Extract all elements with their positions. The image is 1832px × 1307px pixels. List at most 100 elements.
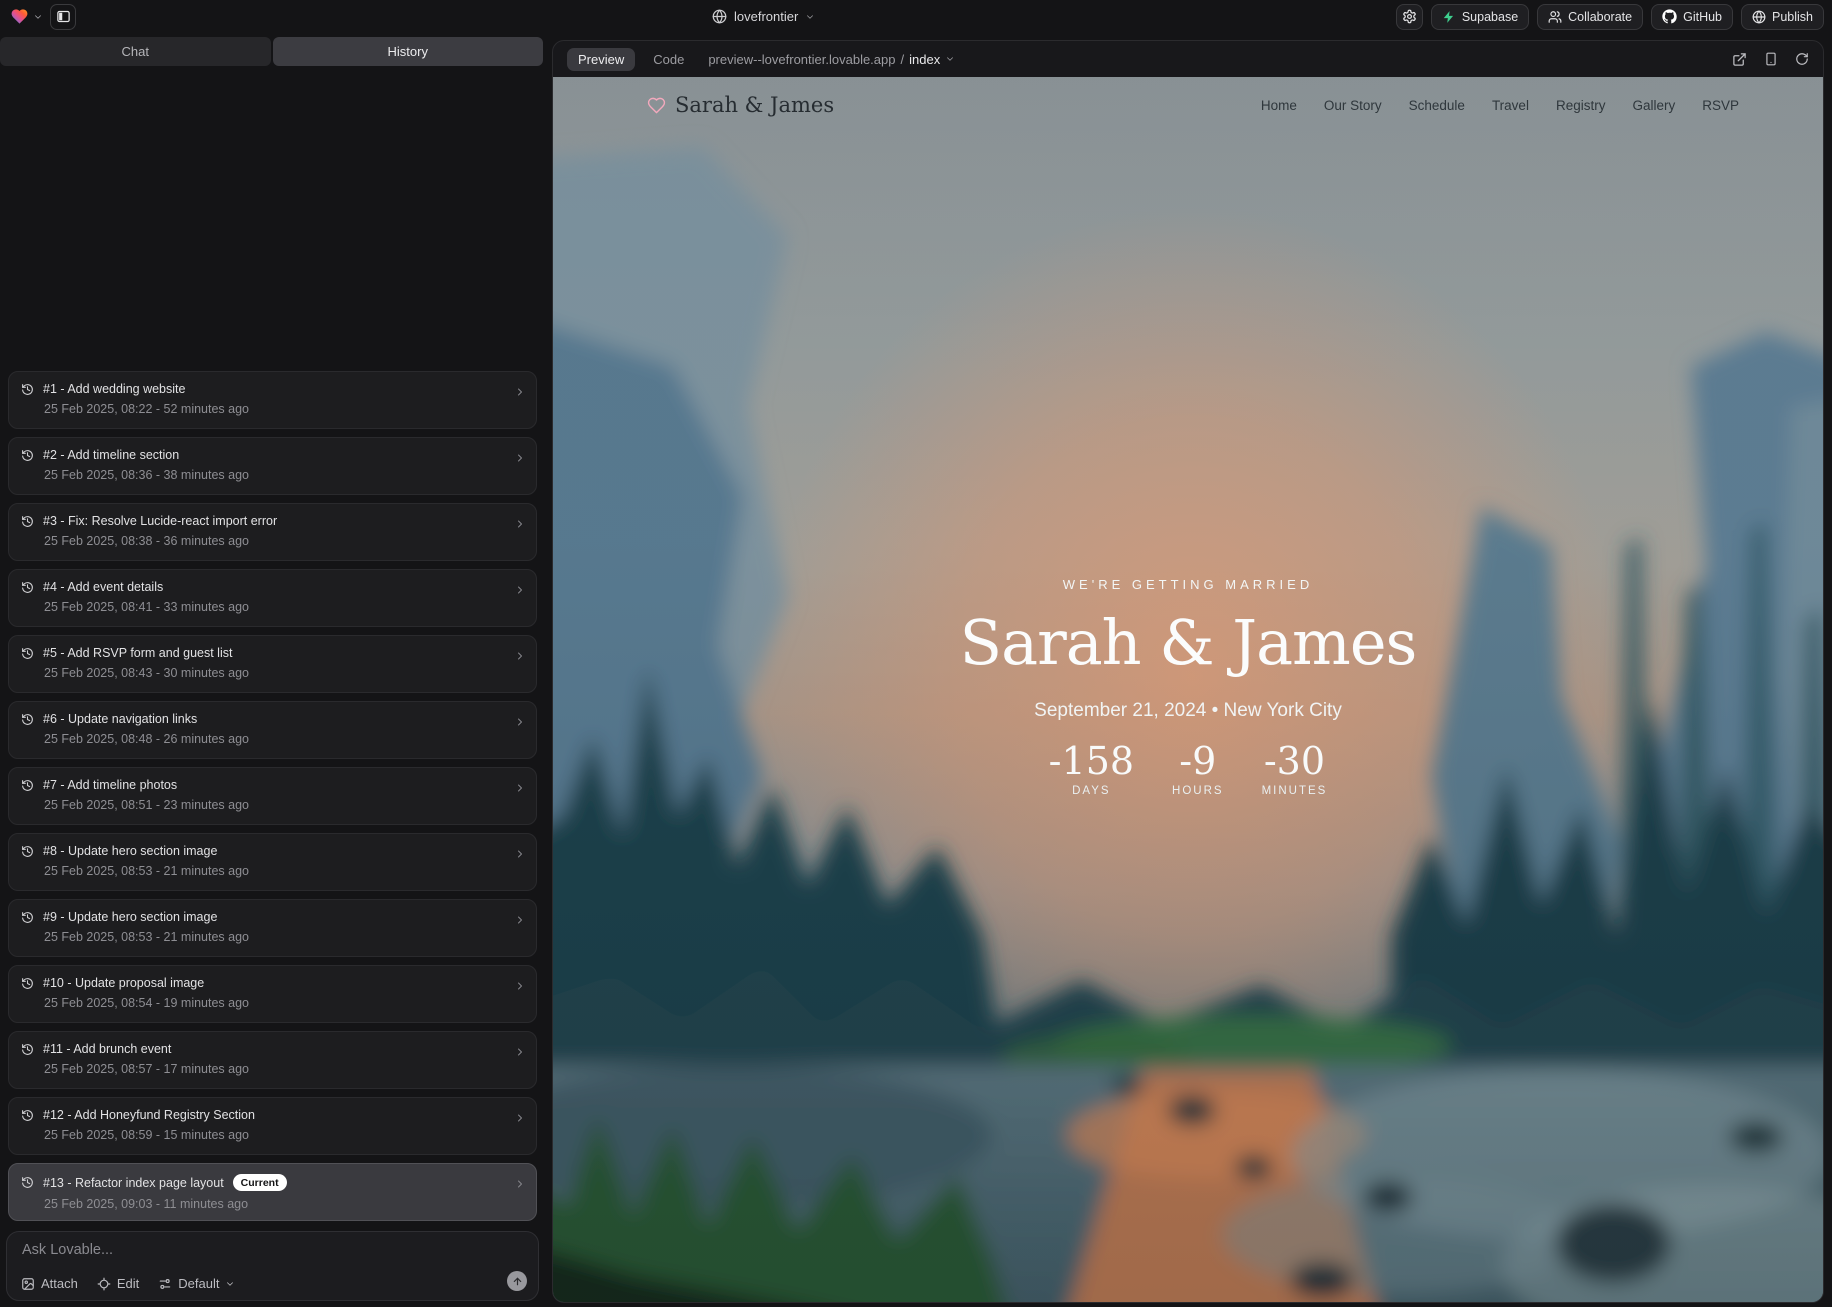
mode-selector[interactable]: Default	[158, 1276, 235, 1291]
github-button[interactable]: GitHub	[1651, 4, 1733, 30]
collaborate-button[interactable]: Collaborate	[1537, 4, 1643, 30]
preview-panel: Preview Code preview--lovefrontier.lovab…	[552, 40, 1824, 1303]
history-item-timestamp: 25 Feb 2025, 08:48 - 26 minutes ago	[44, 732, 524, 746]
supabase-icon	[1442, 10, 1456, 24]
history-icon	[21, 713, 34, 726]
chevron-right-icon	[514, 386, 526, 398]
history-item-title: #6 - Update navigation links	[43, 712, 197, 726]
sliders-icon	[158, 1277, 172, 1291]
countdown-value: -9	[1172, 742, 1224, 780]
history-item[interactable]: #4 - Add event details 25 Feb 2025, 08:4…	[8, 569, 537, 627]
history-item[interactable]: #13 - Refactor index page layout Current…	[8, 1163, 537, 1221]
history-item[interactable]: #12 - Add Honeyfund Registry Section 25 …	[8, 1097, 537, 1155]
history-item[interactable]: #6 - Update navigation links 25 Feb 2025…	[8, 701, 537, 759]
site-nav-link[interactable]: Our Story	[1324, 98, 1382, 113]
history-icon	[21, 383, 34, 396]
history-item-timestamp: 25 Feb 2025, 08:51 - 23 minutes ago	[44, 798, 524, 812]
supabase-button[interactable]: Supabase	[1431, 4, 1529, 30]
countdown-label: HOURS	[1172, 785, 1224, 797]
attach-label: Attach	[41, 1276, 78, 1291]
attach-button[interactable]: Attach	[21, 1276, 78, 1291]
history-item-title: #3 - Fix: Resolve Lucide-react import er…	[43, 514, 277, 528]
collaborate-label: Collaborate	[1568, 10, 1632, 24]
history-item-timestamp: 25 Feb 2025, 08:36 - 38 minutes ago	[44, 468, 524, 482]
hero-section: WE'RE GETTING MARRIED Sarah & James Sept…	[553, 577, 1823, 797]
history-item[interactable]: #8 - Update hero section image 25 Feb 20…	[8, 833, 537, 891]
chevron-right-icon	[514, 1046, 526, 1058]
history-item[interactable]: #5 - Add RSVP form and guest list 25 Feb…	[8, 635, 537, 693]
open-external-icon[interactable]	[1732, 52, 1747, 67]
history-item[interactable]: #10 - Update proposal image 25 Feb 2025,…	[8, 965, 537, 1023]
history-item[interactable]: #7 - Add timeline photos 25 Feb 2025, 08…	[8, 767, 537, 825]
publish-button[interactable]: Publish	[1741, 4, 1824, 30]
mobile-view-icon[interactable]	[1764, 52, 1778, 66]
countdown-column: -9 HOURS	[1172, 742, 1224, 797]
countdown-value: -30	[1262, 742, 1328, 780]
settings-button[interactable]	[1396, 4, 1423, 30]
history-item-timestamp: 25 Feb 2025, 08:57 - 17 minutes ago	[44, 1062, 524, 1076]
site-nav-link[interactable]: Travel	[1492, 98, 1529, 113]
history-icon	[21, 977, 34, 990]
edit-button[interactable]: Edit	[97, 1276, 139, 1291]
history-item-timestamp: 25 Feb 2025, 08:43 - 30 minutes ago	[44, 666, 524, 680]
send-button[interactable]	[507, 1271, 527, 1291]
current-badge: Current	[233, 1174, 287, 1191]
chevron-right-icon	[514, 914, 526, 926]
site-nav: Home Our Story Schedule Travel Registry …	[1261, 98, 1739, 113]
chevron-down-icon	[945, 54, 955, 64]
url-host: preview--lovefrontier.lovable.app	[708, 52, 895, 67]
gear-icon	[1402, 9, 1417, 24]
history-item-title: #8 - Update hero section image	[43, 844, 217, 858]
chevron-right-icon	[514, 1112, 526, 1124]
chevron-right-icon	[514, 518, 526, 530]
tab-history[interactable]: History	[273, 37, 544, 66]
site-nav-link[interactable]: Gallery	[1632, 98, 1675, 113]
site-nav-link[interactable]: Schedule	[1409, 98, 1465, 113]
countdown-value: -158	[1049, 742, 1134, 780]
history-item[interactable]: #1 - Add wedding website 25 Feb 2025, 08…	[8, 371, 537, 429]
edit-label: Edit	[117, 1276, 139, 1291]
preview-url[interactable]: preview--lovefrontier.lovable.app / inde…	[708, 52, 955, 67]
countdown-column: -158 DAYS	[1049, 742, 1134, 797]
site-logo[interactable]: Sarah & James	[647, 93, 834, 117]
app-window: lovefrontier Supabase Collaborate	[0, 0, 1832, 1307]
history-icon	[21, 515, 34, 528]
history-icon	[21, 449, 34, 462]
history-item[interactable]: #3 - Fix: Resolve Lucide-react import er…	[8, 503, 537, 561]
hero-eyebrow: WE'RE GETTING MARRIED	[553, 577, 1823, 592]
toggle-sidebar-button[interactable]	[50, 4, 76, 30]
countdown-label: DAYS	[1049, 785, 1134, 797]
attach-image-icon	[21, 1277, 35, 1291]
history-icon	[21, 1176, 34, 1189]
composer: Attach Edit Default	[6, 1231, 539, 1301]
edit-target-icon	[97, 1277, 111, 1291]
tab-preview[interactable]: Preview	[567, 48, 635, 71]
arrow-up-icon	[512, 1276, 523, 1287]
chevron-right-icon	[514, 716, 526, 728]
sidebar: Chat History #1 - Add wedding website 25…	[0, 33, 545, 1307]
github-icon	[1662, 9, 1677, 24]
composer-input[interactable]	[22, 1242, 498, 1258]
site-nav-link[interactable]: Home	[1261, 98, 1297, 113]
tab-chat[interactable]: Chat	[0, 37, 271, 66]
site-nav-link[interactable]: Registry	[1556, 98, 1606, 113]
chevron-right-icon	[514, 452, 526, 464]
history-icon	[21, 1043, 34, 1056]
tab-code[interactable]: Code	[649, 48, 688, 71]
history-item[interactable]: #11 - Add brunch event 25 Feb 2025, 08:5…	[8, 1031, 537, 1089]
hero-date-location: September 21, 2024 • New York City	[553, 700, 1823, 722]
history-item[interactable]: #9 - Update hero section image 25 Feb 20…	[8, 899, 537, 957]
chevron-down-icon	[225, 1279, 235, 1289]
history-item-timestamp: 25 Feb 2025, 08:38 - 36 minutes ago	[44, 534, 524, 548]
history-item-title: #2 - Add timeline section	[43, 448, 179, 462]
project-selector[interactable]: lovefrontier	[712, 0, 815, 33]
history-item[interactable]: #2 - Add timeline section 25 Feb 2025, 0…	[8, 437, 537, 495]
site-nav-link[interactable]: RSVP	[1702, 98, 1739, 113]
history-item-timestamp: 25 Feb 2025, 09:03 - 11 minutes ago	[44, 1197, 524, 1211]
lovable-logo-menu[interactable]	[10, 7, 43, 26]
chevron-right-icon	[514, 584, 526, 596]
history-item-timestamp: 25 Feb 2025, 08:53 - 21 minutes ago	[44, 930, 524, 944]
refresh-icon[interactable]	[1795, 52, 1809, 66]
publish-label: Publish	[1772, 10, 1813, 24]
website-preview: Sarah & James Home Our Story Schedule Tr…	[553, 77, 1823, 1302]
